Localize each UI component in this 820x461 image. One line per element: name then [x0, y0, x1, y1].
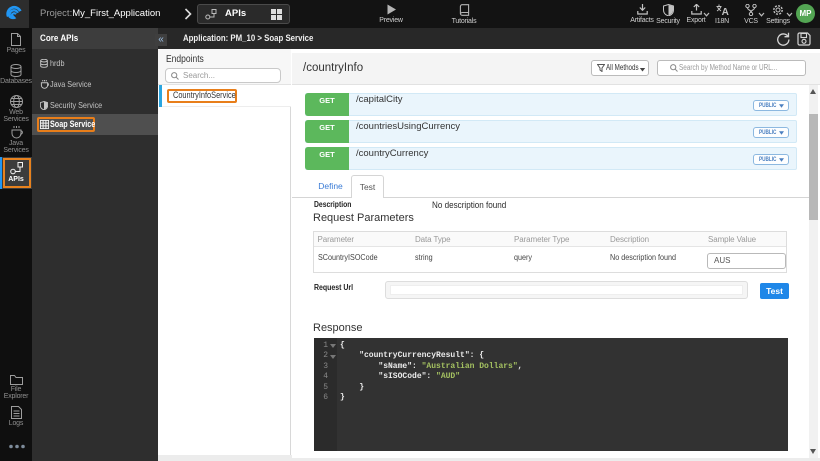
svg-text:A: A — [721, 7, 728, 16]
